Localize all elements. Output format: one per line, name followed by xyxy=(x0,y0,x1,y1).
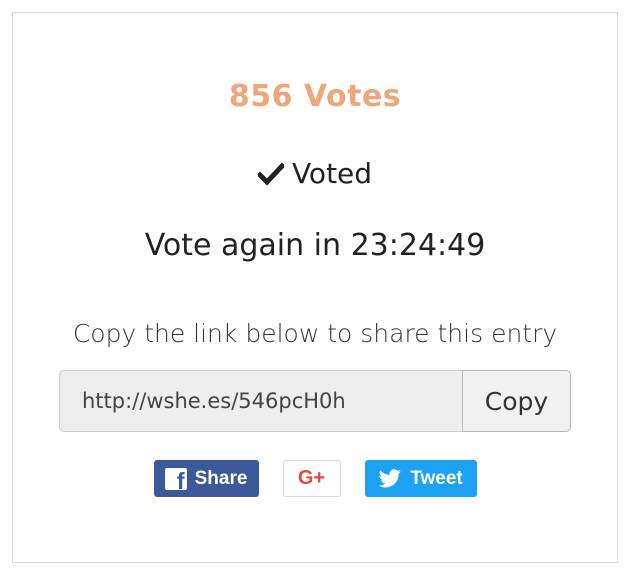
twitter-share-button[interactable]: Tweet xyxy=(364,460,477,497)
vote-again-timer: Vote again in 23:24:49 xyxy=(144,228,486,263)
check-icon xyxy=(257,161,284,186)
googleplus-share-button[interactable]: G+ xyxy=(282,460,341,497)
vote-card: 856 Votes Voted Vote again in 23:24:49 C… xyxy=(12,12,618,563)
facebook-share-button[interactable]: f Share xyxy=(153,460,259,497)
share-instructions: Copy the link below to share this entry xyxy=(72,319,558,348)
voted-status: Voted xyxy=(13,157,617,190)
facebook-share-label: Share xyxy=(194,467,248,489)
facebook-icon: f xyxy=(164,467,187,492)
twitter-share-label: Tweet xyxy=(410,467,463,489)
googleplus-label: G+ xyxy=(297,467,326,489)
twitter-icon xyxy=(378,468,402,487)
copy-button[interactable]: Copy xyxy=(462,370,571,432)
share-link-group: Copy xyxy=(59,370,571,432)
social-share-row: f Share G+ Tweet xyxy=(13,460,617,497)
vote-count: 856 Votes xyxy=(228,79,402,114)
share-link-input[interactable] xyxy=(59,370,462,432)
voted-label: Voted xyxy=(291,157,373,190)
